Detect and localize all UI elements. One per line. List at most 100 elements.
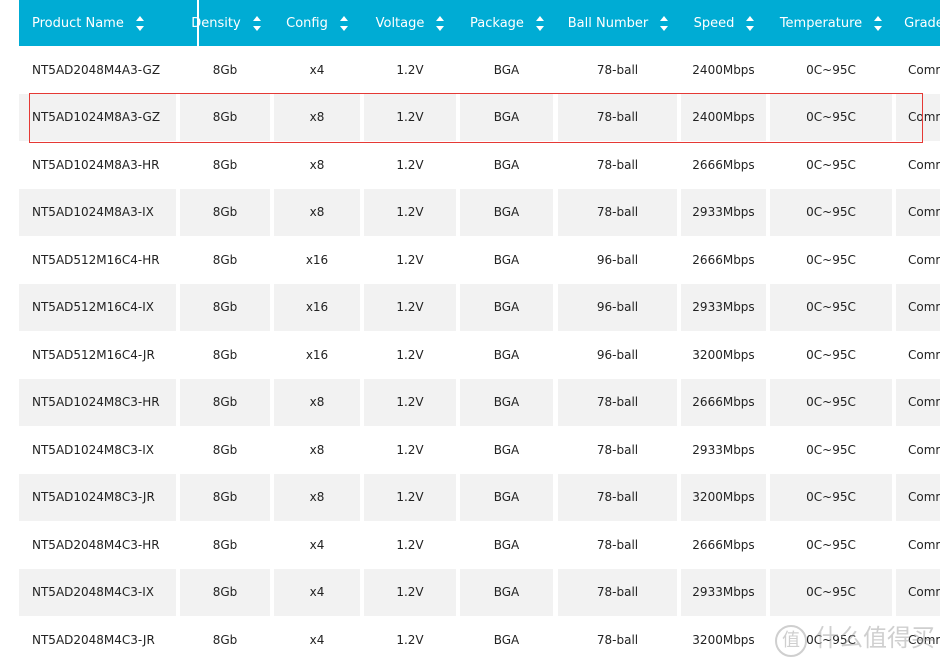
- cell-temperature: 0C~95C: [770, 283, 892, 331]
- cell-grade: Commercial: [896, 188, 940, 236]
- table-row[interactable]: NT5AD1024M8C3-HR 8Gb x8 1.2V BGA 78-ball 2666M…: [0, 378, 940, 426]
- cell-grade: Commercial: [896, 378, 940, 426]
- sort-arrows-icon[interactable]: [660, 15, 669, 31]
- cell-speed: 2666Mbps: [692, 537, 755, 552]
- cell-ball-number: 78-ball: [596, 442, 639, 457]
- table-row[interactable]: NT5AD512M16C4-JR 8Gb x16 1.2V BGA 96-ball 3200…: [0, 331, 940, 378]
- cell-voltage: 1.2V: [364, 93, 456, 141]
- cell-package: BGA: [460, 188, 553, 236]
- cell-density: 8Gb: [180, 378, 270, 426]
- cell-package: BGA: [493, 347, 520, 362]
- column-label: Package: [470, 15, 524, 31]
- cell-grade: Commercial: [908, 537, 940, 552]
- cell-temperature: 0C~95C: [770, 568, 892, 616]
- cell-grade: Commercial: [908, 157, 940, 172]
- cell-temperature: 0C~95C: [770, 378, 892, 426]
- cell-voltage: 1.2V: [396, 442, 424, 457]
- cell-temperature: 0C~95C: [806, 252, 856, 267]
- cell-config: x4: [309, 62, 325, 77]
- cell-density: 8Gb: [212, 252, 238, 267]
- cell-product-name: NT5AD1024M8A3-HR: [32, 157, 160, 172]
- cell-temperature: 0C~95C: [770, 93, 892, 141]
- cell-speed: 2933Mbps: [681, 568, 766, 616]
- cell-config: x8: [274, 473, 360, 521]
- cell-grade: Commercial: [908, 347, 940, 362]
- cell-speed: 3200Mbps: [692, 632, 755, 647]
- cell-temperature: 0C~95C: [770, 188, 892, 236]
- cell-temperature: 0C~95C: [806, 442, 856, 457]
- table-row[interactable]: NT5AD1024M8C3-JR 8Gb x8 1.2V BGA 78-ball 3200M…: [0, 473, 940, 521]
- column-header-ball-number[interactable]: Ball Number: [556, 0, 680, 46]
- cell-ball-number: 78-ball: [558, 473, 677, 521]
- cell-density: 8Gb: [212, 157, 238, 172]
- cell-product-name: NT5AD512M16C4-JR: [32, 347, 155, 362]
- table-row[interactable]: NT5AD2048M4C3-HR 8Gb x4 1.2V BGA 78-ball 2666M…: [0, 521, 940, 568]
- cell-density: 8Gb: [212, 347, 238, 362]
- cell-speed: 3200Mbps: [681, 473, 766, 521]
- cell-density: 8Gb: [212, 537, 238, 552]
- cell-ball-number: 78-ball: [596, 537, 639, 552]
- cell-package: BGA: [460, 283, 553, 331]
- cell-config: x8: [274, 93, 360, 141]
- cell-voltage: 1.2V: [396, 537, 424, 552]
- cell-product-name: NT5AD1024M8C3-JR: [19, 473, 176, 521]
- table-row[interactable]: NT5AD512M16C4-IX 8Gb x16 1.2V BGA 96-ball 2933…: [0, 283, 940, 331]
- cell-ball-number: 78-ball: [558, 378, 677, 426]
- column-header-voltage[interactable]: Voltage: [362, 0, 458, 46]
- sort-arrows-icon[interactable]: [135, 15, 144, 31]
- table-row[interactable]: NT5AD512M16C4-HR 8Gb x16 1.2V BGA 96-ball 2666…: [0, 236, 940, 283]
- sort-arrows-icon[interactable]: [746, 15, 755, 31]
- cell-config: x8: [309, 157, 325, 172]
- column-label: Density: [191, 15, 241, 31]
- cell-package: BGA: [460, 568, 553, 616]
- cell-speed: 2666Mbps: [692, 157, 755, 172]
- cell-product-name: NT5AD512M16C4-IX: [19, 283, 176, 331]
- column-header-package[interactable]: Package: [458, 0, 556, 46]
- cell-package: BGA: [493, 442, 520, 457]
- cell-product-name: NT5AD2048M4A3-GZ: [32, 62, 161, 77]
- cell-config: x4: [274, 568, 360, 616]
- cell-voltage: 1.2V: [396, 252, 424, 267]
- column-header-config[interactable]: Config: [272, 0, 362, 46]
- table-row[interactable]: NT5AD1024M8A3-IX 8Gb x8 1.2V BGA 78-ball 2933M…: [0, 188, 940, 236]
- table-row[interactable]: NT5AD1024M8A3-GZ 8Gb x8 1.2V BGA 78-ball 2400M…: [0, 93, 940, 141]
- sort-arrows-icon[interactable]: [436, 15, 445, 31]
- cell-voltage: 1.2V: [396, 62, 424, 77]
- cell-config: x8: [274, 378, 360, 426]
- cell-temperature: 0C~95C: [806, 157, 856, 172]
- table-row[interactable]: NT5AD1024M8C3-IX 8Gb x8 1.2V BGA 78-ball 2933M…: [0, 426, 940, 473]
- sort-arrows-icon[interactable]: [535, 15, 544, 31]
- column-header-product-name[interactable]: Product Name: [19, 0, 178, 46]
- sort-arrows-icon[interactable]: [339, 15, 348, 31]
- cell-speed: 2933Mbps: [692, 442, 755, 457]
- cell-ball-number: 78-ball: [596, 62, 639, 77]
- cell-temperature: 0C~95C: [806, 347, 856, 362]
- sort-arrows-icon[interactable]: [252, 15, 261, 31]
- cell-density: 8Gb: [180, 568, 270, 616]
- column-header-density[interactable]: Density: [180, 0, 272, 46]
- table-row[interactable]: NT5AD1024M8A3-HR 8Gb x8 1.2V BGA 78-ball 2666M…: [0, 141, 940, 188]
- cell-product-name: NT5AD1024M8A3-GZ: [19, 93, 176, 141]
- cell-product-name: NT5AD2048M4C3-IX: [19, 568, 176, 616]
- cell-density: 8Gb: [212, 62, 238, 77]
- cell-product-name: NT5AD2048M4C3-HR: [32, 537, 160, 552]
- cell-density: 8Gb: [180, 188, 270, 236]
- cell-ball-number: 96-ball: [596, 347, 639, 362]
- column-label: Product Name: [32, 15, 124, 31]
- cell-speed: 2933Mbps: [681, 188, 766, 236]
- column-label: Ball Number: [567, 15, 649, 31]
- sort-arrows-icon[interactable]: [874, 15, 883, 31]
- table-row[interactable]: NT5AD2048M4C3-IX 8Gb x4 1.2V BGA 78-ball 2933M…: [0, 568, 940, 616]
- cell-temperature: 0C~95C: [806, 537, 856, 552]
- cell-ball-number: 78-ball: [558, 93, 677, 141]
- cell-temperature: 0C~95C: [806, 62, 856, 77]
- cell-speed: 2400Mbps: [681, 93, 766, 141]
- column-header-grade[interactable]: Grade: [894, 0, 940, 46]
- cell-package: BGA: [460, 378, 553, 426]
- column-label: Temperature: [779, 15, 863, 31]
- column-header-speed[interactable]: Speed: [680, 0, 768, 46]
- table-row[interactable]: NT5AD2048M4A3-GZ 8Gb x4 1.2V BGA 78-ball 2400M…: [0, 46, 940, 93]
- cell-voltage: 1.2V: [364, 378, 456, 426]
- column-header-temperature[interactable]: Temperature: [768, 0, 894, 46]
- cell-config: x8: [309, 442, 325, 457]
